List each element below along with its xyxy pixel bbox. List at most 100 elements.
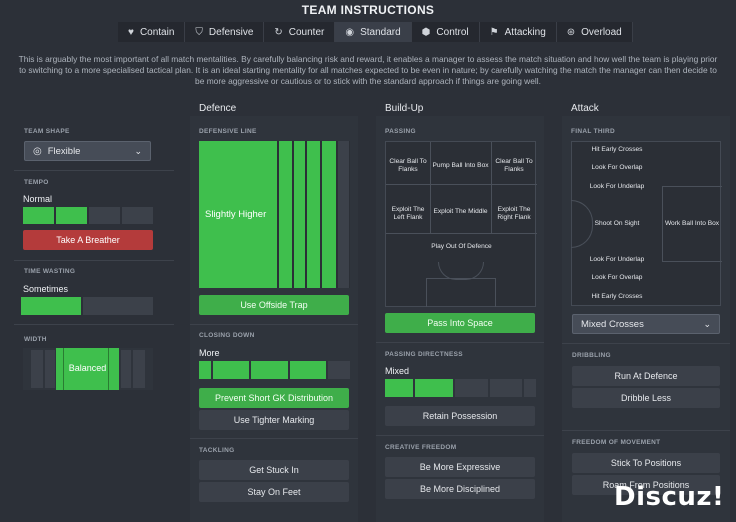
tab-label: Counter	[288, 26, 325, 38]
shoot-on-sight-option[interactable]: Shoot On Sight	[572, 220, 662, 228]
time-wasting-label: TIME WASTING	[24, 268, 76, 275]
crosses-value: Mixed Crosses	[581, 318, 644, 330]
pitch-line	[386, 184, 537, 185]
slider-segment	[122, 207, 153, 224]
take-a-breather-button[interactable]: Take A Breather	[23, 230, 153, 250]
stay-on-feet-button[interactable]: Stay On Feet	[199, 482, 349, 502]
width-lane	[45, 350, 55, 388]
tab-label: Control	[436, 26, 469, 38]
exploit-right-flank-option[interactable]: Exploit The Right Flank	[493, 206, 535, 222]
team-shape-select[interactable]: ◎ Flexible ⌄	[24, 141, 151, 161]
stick-to-positions-button[interactable]: Stick To Positions	[572, 453, 720, 473]
penalty-box	[426, 278, 496, 307]
divider	[376, 342, 544, 343]
be-more-expressive-button[interactable]: Be More Expressive	[385, 457, 535, 477]
clear-ball-right-option[interactable]: Clear Ball To Flanks	[491, 158, 537, 174]
slider-segment	[89, 207, 120, 224]
slider-track	[83, 297, 153, 315]
tab-label: Attacking	[504, 26, 546, 38]
divider	[14, 324, 174, 325]
dribble-less-button[interactable]: Dribble Less	[572, 388, 720, 408]
hit-early-crosses-top-option[interactable]: Hit Early Crosses	[572, 146, 662, 154]
final-third-label: FINAL THIRD	[571, 128, 615, 135]
passing-directness-value: Mixed	[385, 366, 410, 376]
general-panel	[14, 116, 174, 522]
heart-shield-icon: ♥	[128, 26, 134, 38]
mentality-tabs: ♥ Contain ⛉ Defensive ↻ Counter ◉ Standa…	[118, 22, 633, 42]
width-lane	[121, 350, 131, 388]
tab-contain[interactable]: ♥ Contain	[118, 22, 186, 42]
play-out-of-defence-option[interactable]: Play Out Of Defence	[386, 243, 537, 251]
prevent-short-gk-distribution-button[interactable]: Prevent Short GK Distribution	[199, 388, 349, 408]
tab-control[interactable]: ⬢ Control	[412, 22, 480, 42]
team-shape-label: TEAM SHAPE	[24, 128, 70, 135]
width-lane	[31, 350, 43, 388]
defensive-line-label: DEFENSIVE LINE	[199, 128, 257, 135]
slider-segment	[213, 361, 250, 379]
tab-overload[interactable]: ⊛ Overload	[557, 22, 633, 42]
slider-segment	[524, 379, 536, 397]
tab-standard[interactable]: ◉ Standard	[335, 22, 412, 42]
width-lane	[133, 350, 145, 388]
defensive-line-value: Slightly Higher	[205, 209, 267, 220]
control-icon: ⬢	[421, 26, 431, 38]
be-more-disciplined-button[interactable]: Be More Disciplined	[385, 479, 535, 499]
tempo-label: TEMPO	[24, 179, 49, 186]
passing-pitch: Clear Ball To Flanks Pump Ball Into Box …	[385, 141, 537, 307]
slider-segment	[385, 379, 413, 397]
page-title: TEAM INSTRUCTIONS	[301, 3, 435, 17]
defensive-line-step	[294, 141, 305, 288]
tab-label: Overload	[581, 26, 622, 38]
use-tighter-marking-button[interactable]: Use Tighter Marking	[199, 410, 349, 430]
clear-ball-left-option[interactable]: Clear Ball To Flanks	[386, 158, 430, 174]
pass-into-space-button[interactable]: Pass Into Space	[385, 313, 535, 333]
passing-directness-slider[interactable]	[385, 379, 536, 397]
crosses-select[interactable]: Mixed Crosses ⌄	[572, 314, 720, 334]
time-wasting-slider[interactable]	[21, 297, 153, 315]
retain-possession-button[interactable]: Retain Possession	[385, 406, 535, 426]
divider	[190, 324, 358, 325]
use-offside-trap-button[interactable]: Use Offside Trap	[199, 295, 349, 315]
slider-segment	[251, 361, 288, 379]
pitch-line	[386, 233, 537, 234]
column-heading-attack: Attack	[571, 103, 599, 114]
defensive-line-step	[338, 141, 349, 288]
watermark-logo: Discuz!	[614, 482, 725, 512]
defensive-line-step	[279, 141, 292, 288]
tab-label: Defensive	[208, 26, 254, 38]
divider	[376, 435, 544, 436]
tab-counter[interactable]: ↻ Counter	[264, 22, 336, 42]
look-for-underlap-bottom-option[interactable]: Look For Underlap	[572, 256, 662, 264]
look-for-underlap-top-option[interactable]: Look For Underlap	[572, 183, 662, 191]
width-selector[interactable]: Balanced	[23, 348, 153, 390]
dribbling-label: DRIBBLING	[572, 352, 611, 359]
run-at-defence-button[interactable]: Run At Defence	[572, 366, 720, 386]
width-label: WIDTH	[24, 336, 47, 343]
tab-attacking[interactable]: ⚑ Attacking	[480, 22, 557, 42]
defensive-line-selector[interactable]: Slightly Higher	[199, 141, 350, 288]
counter-arrow-icon: ↻	[274, 26, 283, 38]
closing-down-slider[interactable]	[199, 361, 350, 379]
chevron-down-icon: ⌄	[134, 145, 142, 156]
passing-directness-label: PASSING DIRECTNESS	[385, 351, 463, 358]
exploit-left-flank-option[interactable]: Exploit The Left Flank	[388, 206, 428, 222]
slider-segment	[199, 361, 211, 379]
slider-segment	[455, 379, 488, 397]
tempo-slider[interactable]	[23, 207, 153, 224]
defensive-line-step	[322, 141, 336, 288]
final-third-pitch: Hit Early Crosses Look For Overlap Look …	[571, 141, 722, 306]
work-ball-into-box-option[interactable]: Work Ball Into Box	[662, 220, 722, 228]
hit-early-crosses-bottom-option[interactable]: Hit Early Crosses	[572, 293, 662, 301]
look-for-overlap-bottom-option[interactable]: Look For Overlap	[572, 274, 662, 282]
width-value: Balanced	[68, 363, 107, 373]
team-shape-value: Flexible	[47, 145, 81, 157]
look-for-overlap-top-option[interactable]: Look For Overlap	[572, 164, 662, 172]
overload-icon: ⊛	[566, 26, 576, 38]
divider	[14, 260, 174, 261]
tab-label: Contain	[139, 26, 175, 38]
get-stuck-in-button[interactable]: Get Stuck In	[199, 460, 349, 480]
tab-defensive[interactable]: ⛉ Defensive	[185, 22, 265, 42]
pump-ball-option[interactable]: Pump Ball Into Box	[430, 162, 491, 170]
ball-icon: ◉	[345, 26, 355, 38]
exploit-middle-option[interactable]: Exploit The Middle	[430, 208, 491, 216]
